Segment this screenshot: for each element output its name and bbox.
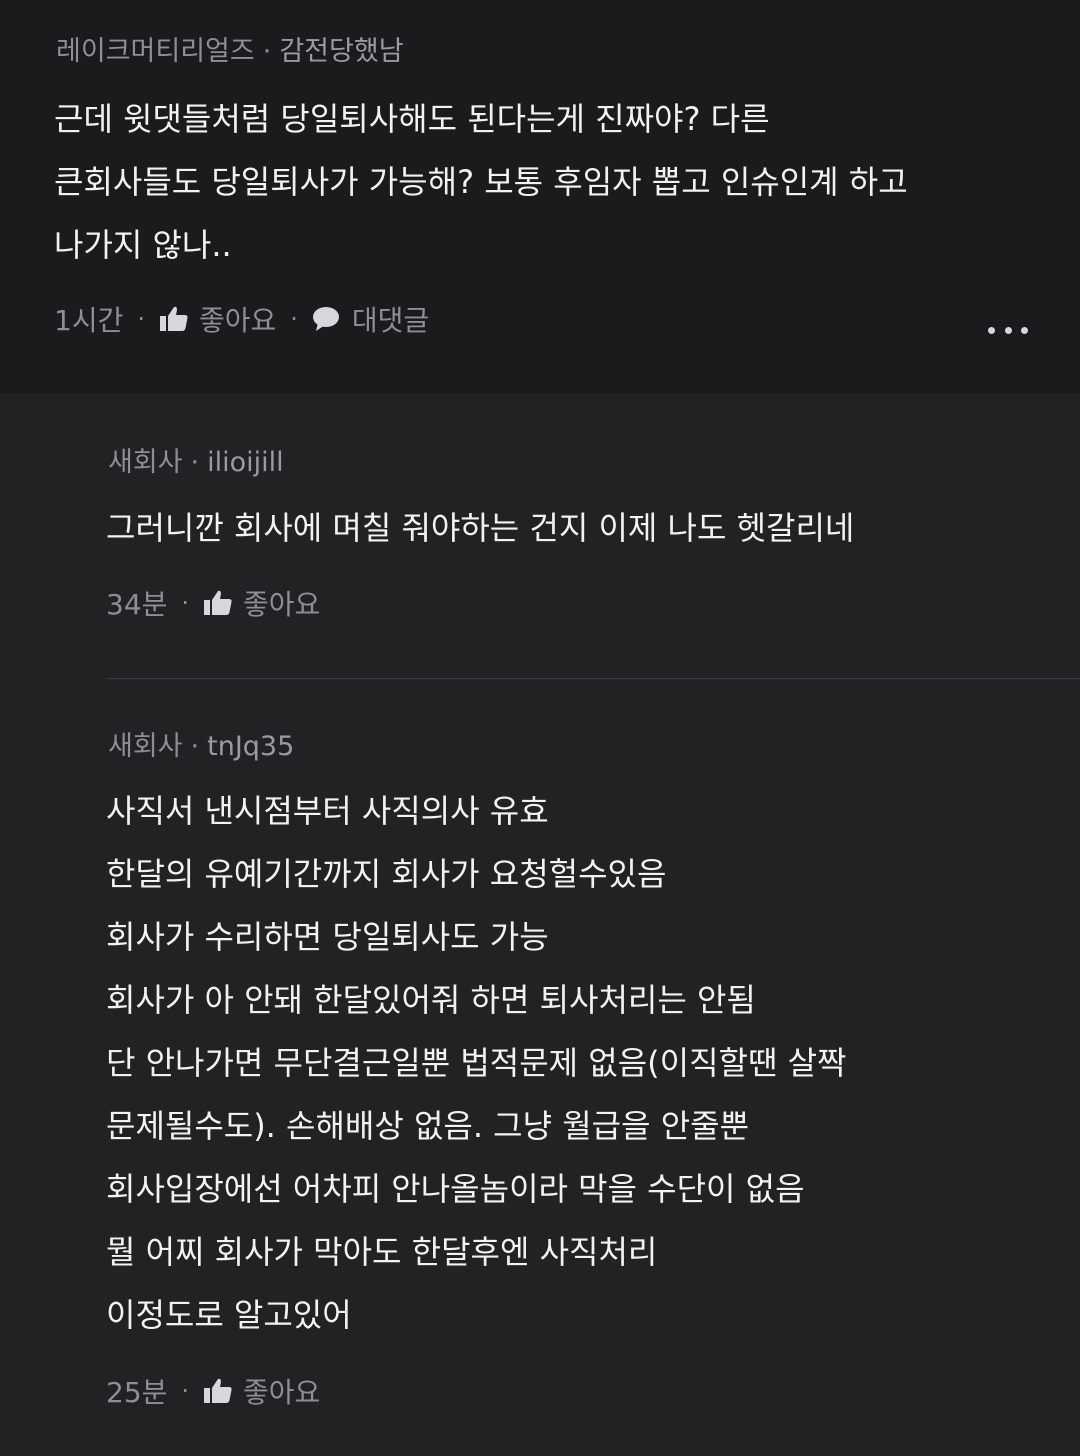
parent-comment: 레이크머티리얼즈 · 감전당했남 근데 윗댓들처럼 당일퇴사해도 된다는게 진짜야?… — [0, 0, 1080, 393]
comment-time: 34분 — [106, 588, 168, 621]
comment-line: 뭘 어찌 회사가 막아도 한달후엔 사직처리 — [106, 1233, 658, 1271]
comment-line: 나가지 않나.. — [54, 226, 232, 264]
comment-line: 이정도로 알고있어 — [106, 1296, 352, 1334]
comment-line: 회사가 수리하면 당일퇴사도 가능 — [106, 918, 549, 956]
reply-label: 대댓글 — [351, 304, 430, 337]
thumbs-up-icon — [159, 305, 189, 333]
action-separator: · — [181, 1377, 190, 1405]
comment-line: 회사가 아 안돼 한달있어줘 하면 퇴사처리는 안됨 — [106, 981, 756, 1019]
reply-author: 새회사 · tnJq35 — [108, 729, 294, 765]
thumbs-up-icon — [203, 1377, 233, 1405]
comment-line: 회사입장에선 어차피 안나올놈이라 막을 수단이 없음 — [106, 1170, 805, 1208]
meta-separator: · — [262, 36, 272, 67]
like-label: 좋아요 — [243, 1376, 321, 1409]
reply-divider — [106, 678, 1080, 679]
like-label: 좋아요 — [243, 588, 321, 621]
author-company: 레이크머티리얼즈 — [56, 36, 255, 67]
parent-comment-body: 근데 윗댓들처럼 당일퇴사해도 된다는게 진짜야? 다른 큰회사들도 당일퇴사가… — [54, 88, 908, 277]
reply-actions: 25분 · 좋아요 — [106, 1371, 320, 1411]
meta-separator: · — [190, 447, 200, 478]
more-options-button[interactable] — [988, 318, 1028, 342]
author-nickname[interactable]: tnJq35 — [207, 731, 294, 762]
comment-line: 한달의 유예기간까지 회사가 요청헐수있음 — [106, 855, 667, 893]
action-separator: · — [137, 305, 145, 333]
reply-actions: 34분 · 좋아요 — [106, 583, 320, 623]
comment-line: 큰회사들도 당일퇴사가 가능해? 보통 후임자 뽑고 인슈인계 하고 — [54, 163, 908, 201]
like-button[interactable]: 좋아요 — [159, 299, 276, 339]
reply-body: 그러니깐 회사에 며칠 줘야하는 건지 이제 나도 헷갈리네 — [106, 497, 854, 560]
parent-comment-actions: 1시간 · 좋아요 · 대댓글 — [54, 299, 429, 339]
action-separator: · — [290, 305, 298, 333]
speech-bubble-icon — [312, 306, 340, 332]
reply-author: 새회사 · ilioijill — [108, 445, 284, 481]
comment-line: 그러니깐 회사에 며칠 줘야하는 건지 이제 나도 헷갈리네 — [106, 509, 855, 547]
meta-separator: · — [190, 731, 200, 762]
comment-line: 단 안나가면 무단결근일뿐 법적문제 없음(이직할땐 살짝 — [106, 1044, 847, 1082]
more-horizontal-icon — [1004, 326, 1012, 334]
reply-button[interactable]: 대댓글 — [312, 299, 429, 339]
comment-time: 25분 — [106, 1376, 168, 1409]
comment-line: 사직서 낸시점부터 사직의사 유효 — [106, 792, 549, 830]
comment-line: 문제될수도). 손해배상 없음. 그냥 월급을 안줄뿐 — [106, 1107, 750, 1145]
reply-body: 사직서 낸시점부터 사직의사 유효 한달의 유예기간까지 회사가 요청헐수있음 … — [106, 780, 846, 1347]
more-horizontal-icon — [988, 326, 995, 334]
author-company: 새회사 — [108, 447, 183, 478]
thumbs-up-icon — [203, 589, 233, 617]
comment-time: 1시간 — [54, 304, 124, 337]
author-company: 새회사 — [108, 731, 183, 762]
like-button[interactable]: 좋아요 — [203, 1371, 320, 1411]
like-label: 좋아요 — [198, 304, 277, 337]
like-button[interactable]: 좋아요 — [203, 583, 320, 623]
author-nickname[interactable]: 감전당했남 — [279, 36, 403, 67]
action-separator: · — [181, 589, 190, 617]
comment-line: 근데 윗댓들처럼 당일퇴사해도 된다는게 진짜야? 다른 — [54, 100, 770, 138]
author-nickname[interactable]: ilioijill — [207, 447, 284, 478]
parent-comment-author: 레이크머티리얼즈 · 감전당했남 — [56, 34, 404, 70]
more-horizontal-icon — [1021, 326, 1028, 334]
